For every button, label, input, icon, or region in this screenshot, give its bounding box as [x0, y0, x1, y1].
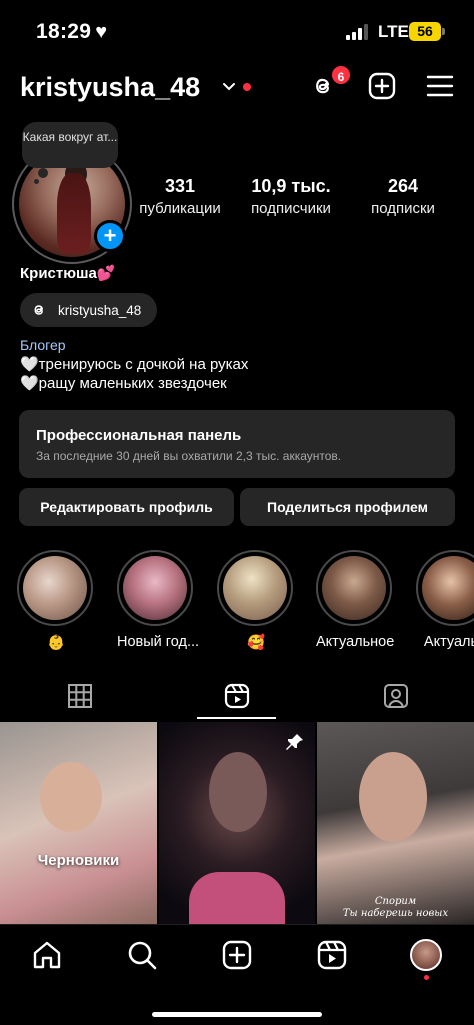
drafts-tile[interactable]: Черновики [0, 722, 157, 924]
highlight-label: Актуальн [423, 634, 474, 650]
stat-value: 331 [164, 176, 196, 196]
pro-panel-title: Профессиональная панель [36, 427, 242, 444]
home-indicator [152, 1012, 322, 1017]
status-time: 18:29 ♥ [36, 20, 108, 43]
highlight-ring [416, 550, 474, 626]
profile-name: Кристюша💕 [20, 265, 116, 282]
reels-grid: Черновики Спорим Ты наберешь новых [0, 722, 474, 924]
highlight-ring [316, 550, 392, 626]
drafts-label: Черновики [37, 852, 120, 869]
highlight-label: Актуальное [316, 634, 395, 650]
highlight-item[interactable]: Актуальное [316, 550, 394, 650]
edit-profile-button[interactable]: Редактировать профиль [19, 488, 234, 526]
menu-button[interactable] [424, 70, 456, 102]
status-bar: 18:29 ♥ LTE 56 [0, 0, 474, 62]
stat-followers[interactable]: 10,9 тыс. подписчики [240, 176, 342, 217]
active-tab-indicator [197, 717, 276, 719]
battery-icon: 56 [409, 22, 441, 41]
create-button[interactable] [366, 70, 398, 102]
hamburger-menu-icon [426, 75, 454, 97]
profile-notification-dot [424, 975, 429, 980]
battery-tip [442, 28, 445, 35]
highlight-item[interactable]: 👶 [17, 550, 95, 651]
pro-panel-subtitle: За последние 30 дней вы охватили 2,3 тыс… [36, 449, 342, 463]
content-tabs [0, 672, 474, 722]
reel-overlay-text: Ты наберешь новых [342, 908, 449, 919]
note-bubble-tail-small [34, 179, 39, 184]
profile-header: kristyusha_48 6 [0, 62, 474, 116]
highlight-item[interactable]: Новый год... [117, 550, 200, 650]
highlight-ring [117, 550, 193, 626]
reel-thumbnail [209, 752, 267, 832]
stat-following[interactable]: 264 подписки [362, 176, 444, 217]
pin-icon [286, 734, 303, 750]
stat-value: 10,9 тыс. [251, 176, 331, 196]
home-icon[interactable] [31, 939, 63, 971]
highlight-ring [217, 550, 293, 626]
profile-category: Блогер [20, 337, 66, 353]
profile-note[interactable]: Какая вокруг ат... [22, 122, 118, 168]
bottom-navigation [0, 924, 474, 1025]
threads-icon [34, 305, 43, 315]
stat-posts[interactable]: 331 публикации [134, 176, 226, 217]
reel-thumbnail [359, 752, 427, 842]
professional-dashboard[interactable]: Профессиональная панель За последние 30 … [19, 410, 455, 478]
drafts-thumbnail [40, 762, 102, 832]
profile-nav-avatar[interactable] [410, 939, 442, 971]
grid-icon[interactable] [66, 682, 94, 710]
signal-icon [346, 24, 372, 40]
highlight-label: 🥰 [246, 635, 266, 651]
stat-label: публикации [139, 200, 221, 217]
notification-dot [243, 83, 251, 91]
username-switcher[interactable]: kristyusha_48 [20, 72, 200, 103]
reel-tile[interactable]: Спорим Ты наберешь новых [317, 722, 474, 924]
heart-icon: ♥ [95, 21, 108, 43]
reel-overlay-text: Спорим [374, 896, 417, 907]
add-story-button[interactable]: + [94, 220, 126, 252]
highlight-ring [17, 550, 93, 626]
stat-label: подписчики [251, 200, 331, 217]
search-icon[interactable] [126, 939, 158, 971]
reels-icon[interactable] [223, 682, 251, 710]
highlight-label: Новый год... [117, 634, 200, 650]
stat-label: подписки [371, 200, 435, 217]
network-label: LTE [378, 22, 409, 41]
bio-line: 🤍ращу маленьких звездочек [20, 375, 227, 392]
reel-tile[interactable] [159, 722, 315, 924]
stat-value: 264 [387, 176, 419, 196]
create-icon[interactable] [221, 939, 253, 971]
reels-nav-icon[interactable] [316, 939, 348, 971]
highlight-item[interactable]: Актуальн [416, 550, 474, 650]
highlight-label: 👶 [46, 635, 66, 651]
reel-thumbnail-clothes [189, 872, 285, 924]
chevron-down-icon[interactable] [222, 80, 236, 94]
plus-square-icon [368, 72, 396, 100]
bio-line: 🤍тренируюсь с дочкой на руках [20, 356, 249, 373]
threads-badge: 6 [330, 64, 352, 86]
threads-profile-chip[interactable]: kristyusha_48 [20, 293, 157, 327]
note-bubble-tail [38, 168, 48, 178]
share-profile-button[interactable]: Поделиться профилем [240, 488, 455, 526]
threads-handle: kristyusha_48 [58, 302, 142, 318]
tagged-icon[interactable] [382, 682, 410, 710]
highlight-item[interactable]: 🥰 [217, 550, 295, 651]
